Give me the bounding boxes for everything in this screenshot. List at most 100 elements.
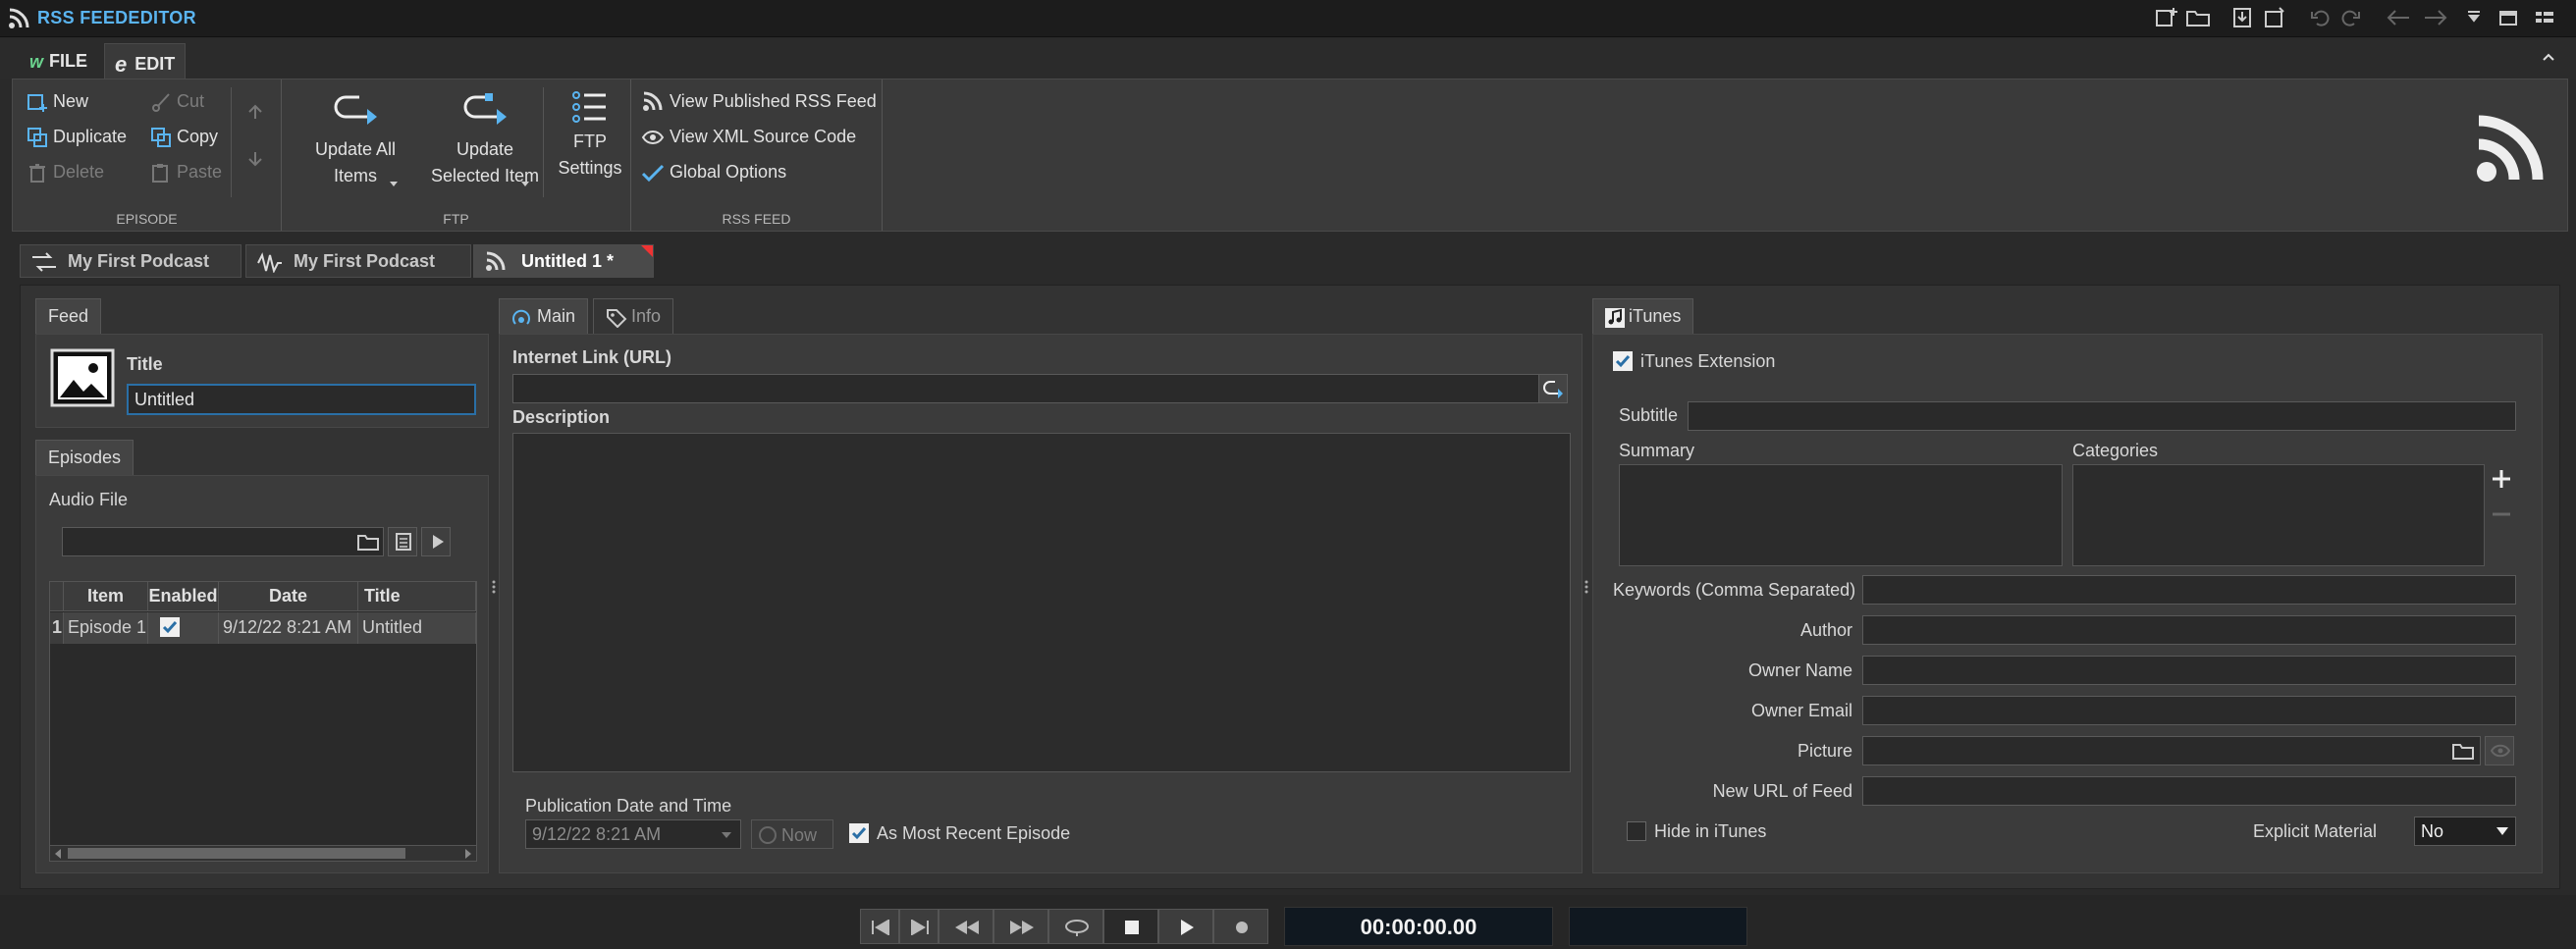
go-to-end-button[interactable] (899, 909, 939, 944)
doc-tab-podcast-1[interactable]: My First Podcast (20, 244, 242, 278)
update-selected-item-button[interactable]: Update Selected Item (421, 91, 549, 189)
fast-forward-button[interactable] (993, 909, 1048, 944)
itunes-extension-checkbox[interactable] (1613, 351, 1633, 371)
open-folder-icon[interactable] (2185, 6, 2211, 29)
view-xml-source-button[interactable]: View XML Source Code (641, 127, 856, 148)
maximize-icon[interactable] (2497, 6, 2519, 29)
paste-button[interactable]: Paste (150, 162, 222, 184)
tab-main[interactable]: Main (499, 298, 589, 334)
column-header-title[interactable]: Title (358, 582, 476, 611)
ftp-settings-button[interactable]: FTP Settings (553, 89, 627, 182)
new-window-icon[interactable] (2154, 6, 2179, 29)
new-button[interactable]: New (27, 91, 88, 113)
splitter-handle-icon[interactable] (1583, 579, 1589, 595)
trash-icon (27, 162, 48, 184)
publication-date-input[interactable]: 9/12/22 8:21 AM (525, 819, 741, 849)
description-textarea[interactable] (512, 433, 1571, 772)
keywords-input[interactable] (1862, 575, 2516, 605)
column-header-enabled[interactable]: Enabled (148, 582, 219, 611)
secondary-display (1569, 907, 1747, 946)
update-selected-dropdown-icon[interactable] (519, 178, 531, 189)
undo-icon[interactable] (2309, 6, 2333, 29)
tag-icon (606, 308, 627, 328)
internet-link-input[interactable] (512, 374, 1545, 403)
column-header-item[interactable]: Item (64, 582, 148, 611)
audio-file-input[interactable] (62, 527, 384, 556)
dropdown-menu-icon[interactable] (2464, 6, 2484, 29)
rewind-button[interactable] (939, 909, 993, 944)
title-input[interactable]: Untitled (127, 384, 476, 415)
cell-date[interactable]: 9/12/22 8:21 AM (219, 612, 358, 644)
picture-preview-button[interactable] (2485, 736, 2514, 765)
owner-email-input[interactable] (1862, 696, 2516, 725)
new-url-input[interactable] (1862, 776, 2516, 806)
cell-enabled[interactable] (148, 612, 219, 644)
hide-in-itunes-checkbox[interactable] (1627, 821, 1646, 841)
categories-list[interactable] (2072, 464, 2485, 566)
folder-icon[interactable] (2452, 742, 2474, 760)
global-options-button[interactable]: Global Options (641, 162, 786, 184)
update-all-items-button[interactable]: Update All Items (292, 91, 419, 189)
cell-item[interactable]: Episode 1 (64, 612, 148, 644)
tab-feed[interactable]: Feed (35, 298, 102, 334)
column-header-date[interactable]: Date (219, 582, 358, 611)
delete-button[interactable]: Delete (27, 162, 104, 184)
go-to-start-button[interactable] (860, 909, 899, 944)
update-all-dropdown-icon[interactable] (388, 178, 400, 189)
move-down-icon[interactable] (246, 150, 264, 168)
cut-button[interactable]: Cut (150, 91, 204, 113)
splitter-handle-icon[interactable] (491, 579, 497, 595)
duplicate-button[interactable]: Duplicate (27, 127, 127, 148)
copy-button[interactable]: Copy (150, 127, 218, 148)
tab-itunes[interactable]: iTunes (1592, 298, 1694, 334)
play-icon (1179, 919, 1195, 936)
horizontal-scrollbar[interactable] (50, 845, 476, 861)
time-display: 00:00:00.00 (1284, 907, 1553, 946)
play-button[interactable] (1158, 909, 1213, 944)
view-published-rss-button[interactable]: View Published RSS Feed (641, 91, 877, 113)
loop-button[interactable] (1048, 909, 1103, 944)
owner-name-input[interactable] (1862, 656, 2516, 685)
link-browse-button[interactable] (1538, 374, 1568, 403)
add-category-icon[interactable] (2491, 468, 2512, 490)
clock-icon (758, 825, 778, 845)
itunes-panel: iTunes Extension Subtitle Summary Catego… (1592, 334, 2543, 873)
record-button[interactable] (1213, 909, 1268, 944)
stop-button[interactable] (1103, 909, 1158, 944)
summary-textarea[interactable] (1619, 464, 2063, 566)
move-up-icon[interactable] (246, 103, 264, 121)
scroll-right-icon[interactable] (463, 848, 473, 860)
author-input[interactable] (1862, 615, 2516, 645)
layout-icon[interactable] (2533, 6, 2556, 29)
folder-icon[interactable] (357, 533, 379, 551)
tab-episodes[interactable]: Episodes (35, 440, 134, 475)
dropdown-arrow-icon[interactable] (721, 831, 732, 839)
audio-play-button[interactable] (421, 527, 451, 556)
tab-edit[interactable]: e EDIT (104, 43, 187, 79)
cell-title[interactable]: Untitled (358, 612, 476, 644)
redo-icon[interactable] (2338, 6, 2362, 29)
enabled-checkbox[interactable] (160, 617, 180, 637)
audio-file-info-button[interactable] (388, 527, 417, 556)
most-recent-checkbox[interactable] (849, 823, 869, 843)
forward-arrow-icon[interactable] (2421, 6, 2448, 29)
rss-icon (641, 91, 665, 113)
doc-tab-label: Untitled 1 * (521, 251, 615, 271)
save-as-icon[interactable] (2262, 6, 2287, 29)
scroll-left-icon[interactable] (53, 848, 63, 860)
remove-category-icon[interactable] (2491, 503, 2512, 525)
tab-file[interactable]: w FILE (20, 43, 97, 79)
save-icon[interactable] (2230, 6, 2254, 29)
explicit-material-select[interactable]: No (2414, 817, 2516, 846)
subtitle-input[interactable] (1688, 401, 2516, 431)
doc-tab-podcast-2[interactable]: My First Podcast (245, 244, 471, 278)
tab-info[interactable]: Info (593, 298, 674, 334)
collapse-ribbon-icon[interactable] (2541, 49, 2556, 65)
scrollbar-thumb[interactable] (68, 848, 405, 859)
now-button[interactable]: Now (751, 819, 833, 849)
back-arrow-icon[interactable] (2386, 6, 2413, 29)
doc-tab-untitled[interactable]: Untitled 1 * (473, 244, 654, 278)
image-placeholder-icon[interactable] (50, 348, 115, 407)
picture-input[interactable] (1862, 736, 2481, 765)
copy-label: Copy (177, 127, 219, 146)
